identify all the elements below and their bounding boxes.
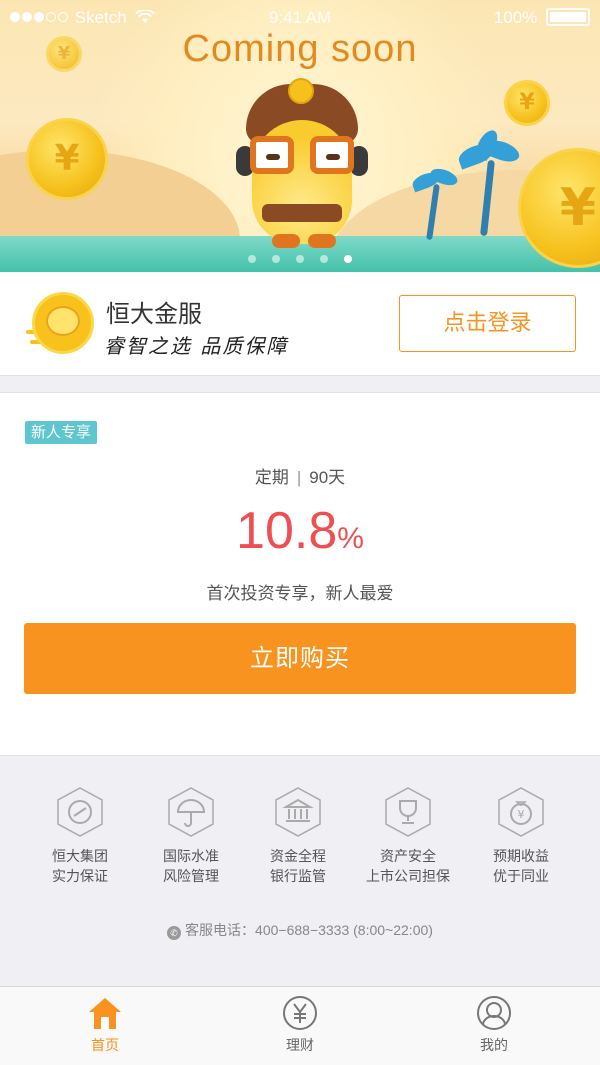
- tab-mine[interactable]: 我的: [434, 995, 554, 1055]
- term-separator: |: [296, 468, 302, 487]
- annual-rate: 10.8%: [0, 501, 600, 561]
- rate-unit: %: [337, 522, 364, 555]
- banner-title: Coming soon: [182, 28, 418, 70]
- bank-icon: [275, 787, 321, 837]
- yuan-coin-icon: ¥: [504, 80, 550, 126]
- carousel-dot[interactable]: [320, 255, 328, 263]
- tab-label: 首页: [91, 1037, 119, 1053]
- product-description: 首次投资专享，新人最爱: [206, 584, 394, 603]
- umbrella-icon: [168, 787, 214, 837]
- feature-item: 资产安全 上市公司担保: [353, 786, 463, 886]
- feature-item: 恒大集团 实力保证: [25, 786, 135, 886]
- user-icon: [477, 996, 511, 1030]
- carousel-dot[interactable]: [272, 255, 280, 263]
- tab-label: 理财: [286, 1037, 314, 1053]
- feature-item: 资金全程 银行监管: [243, 786, 353, 886]
- term-type: 定期: [254, 468, 289, 487]
- login-button[interactable]: 点击登录: [399, 295, 576, 352]
- group-shield-icon: [57, 787, 103, 837]
- home-icon: [89, 998, 121, 1029]
- hotline-text: 客服电话：400−688−3333 (8:00~22:00): [185, 922, 433, 938]
- new-user-badge: 新人专享: [25, 421, 98, 444]
- promo-banner[interactable]: ¥ ¥ ¥ ¥ Coming soon: [0, 0, 600, 272]
- brand-header: 恒大金服 睿智之选 品质保障 点击登录: [0, 272, 600, 376]
- battery-percent: 100%: [493, 8, 538, 27]
- brand-name: 恒大金服: [106, 301, 202, 328]
- owl-mascot-illustration: [232, 78, 372, 254]
- brand-slogan: 睿智之选 品质保障: [104, 334, 289, 358]
- tab-label: 我的: [480, 1037, 508, 1053]
- status-bar: Sketch 9:41 AM 100%: [0, 0, 600, 34]
- product-card[interactable]: 新人专享 定期 | 90天 10.8% 首次投资专享，新人最爱 立即购买: [0, 392, 600, 756]
- yuan-icon: [283, 996, 317, 1030]
- carousel-dot[interactable]: [296, 255, 304, 263]
- battery-status: 100%: [494, 8, 590, 28]
- product-term: 定期 | 90天: [0, 463, 600, 488]
- carousel-indicator[interactable]: [0, 250, 600, 268]
- battery-icon: [546, 8, 590, 26]
- svg-text:¥: ¥: [518, 808, 525, 821]
- buy-now-button[interactable]: 立即购买: [24, 623, 576, 694]
- phone-icon: ✆: [167, 926, 182, 940]
- customer-service-hotline[interactable]: ✆ 客服电话：400−688−3333 (8:00~22:00): [0, 920, 600, 940]
- feature-item: ¥ 预期收益 优于同业: [466, 786, 576, 886]
- rate-value: 10.8: [236, 502, 338, 560]
- carousel-dot-active[interactable]: [344, 255, 352, 263]
- term-days: 90天: [309, 468, 346, 487]
- bottom-tab-bar: 首页 理财 我的: [0, 986, 600, 1065]
- yuan-coin-icon: ¥: [26, 118, 108, 200]
- tab-home[interactable]: 首页: [45, 995, 165, 1055]
- carousel-dot[interactable]: [248, 255, 256, 263]
- tab-finance[interactable]: 理财: [240, 995, 360, 1055]
- feature-list: 恒大集团 实力保证 国际水准 风险管理 资金全程 银行监管 资产安全 上市公司担…: [0, 786, 600, 896]
- money-bag-icon: ¥: [498, 787, 544, 837]
- feature-item: 国际水准 风险管理: [136, 786, 246, 886]
- trophy-icon: [385, 787, 431, 837]
- brand-logo: [26, 290, 98, 356]
